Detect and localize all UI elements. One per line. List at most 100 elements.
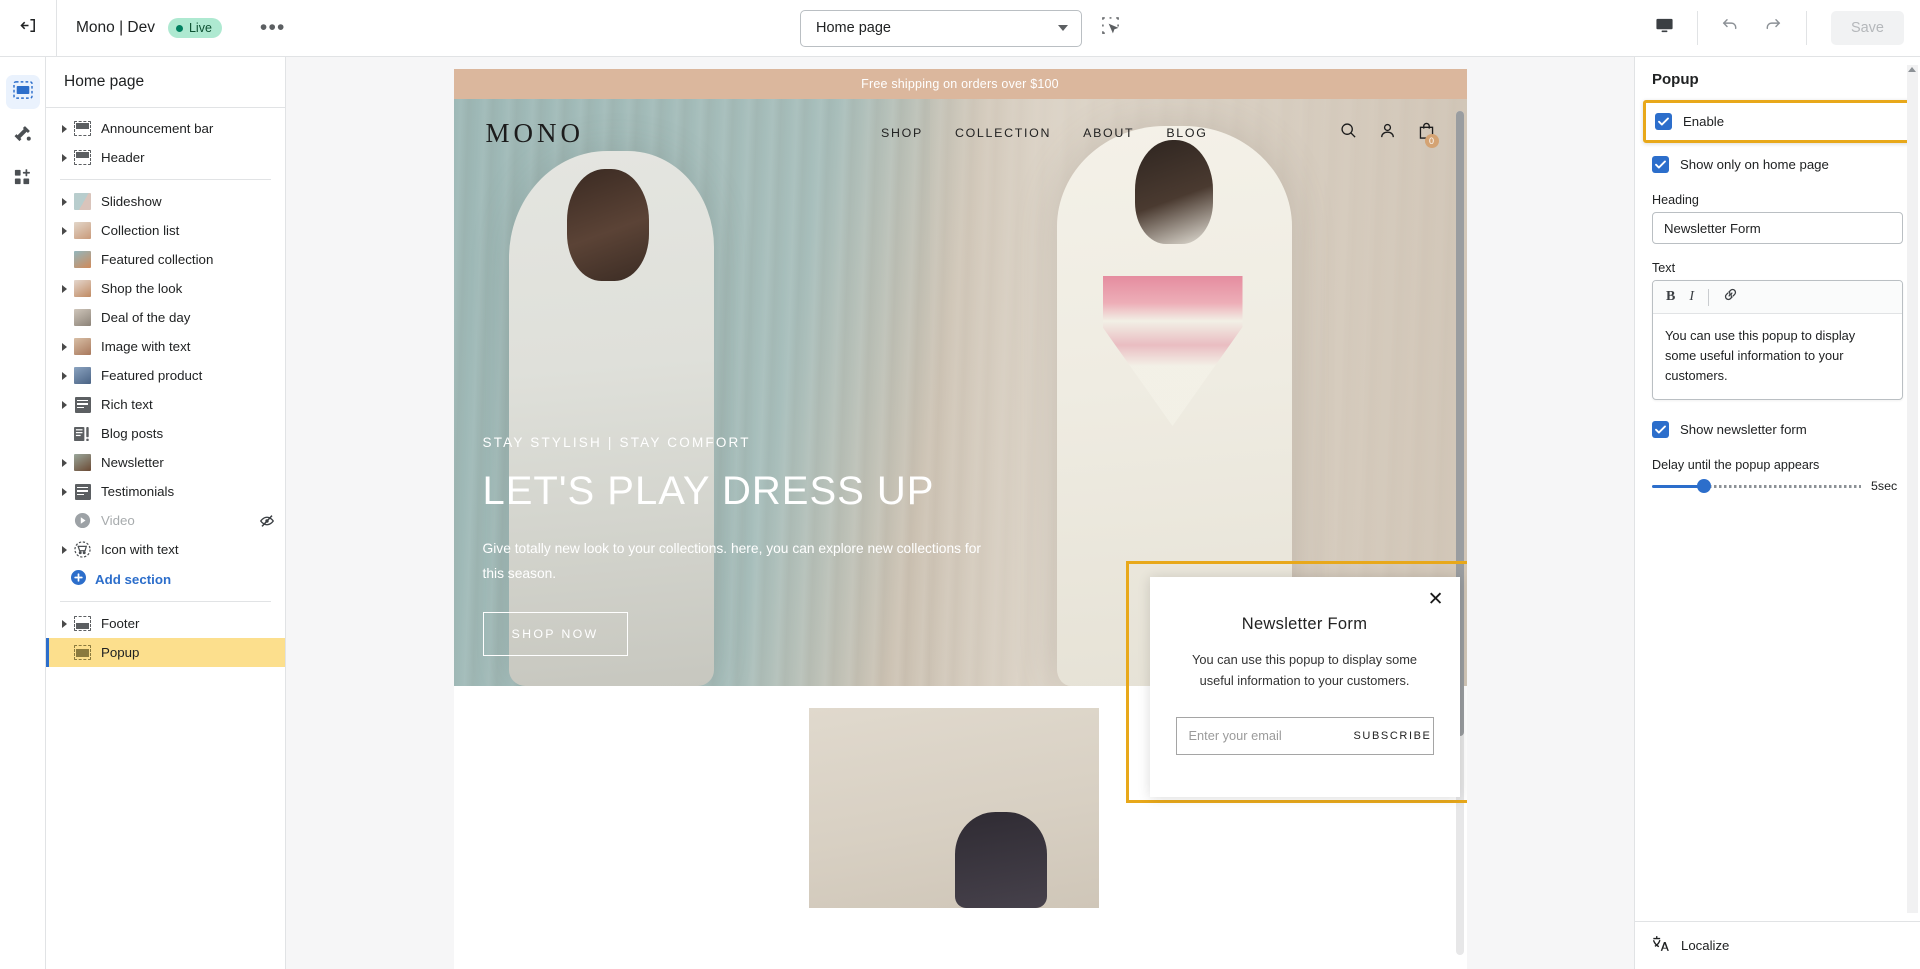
sidebar-item-video[interactable]: Video (46, 506, 285, 535)
delay-slider-row: 5sec (1652, 479, 1903, 494)
enable-checkbox[interactable] (1655, 113, 1672, 130)
sidebar-item-slideshow[interactable]: Slideshow (46, 187, 285, 216)
rail-theme-settings-button[interactable] (6, 119, 40, 153)
slider-handle[interactable] (1697, 479, 1712, 494)
close-icon[interactable]: ✕ (1428, 590, 1444, 609)
more-options-button[interactable]: ••• (252, 17, 294, 39)
store-logo[interactable]: MONO (486, 118, 585, 149)
undo-button[interactable] (1708, 0, 1752, 56)
section-settings-panel: Popup Enable Show only on home page Head… (1634, 57, 1920, 969)
add-section-label: Add section (95, 571, 172, 587)
template-bar-icon (74, 120, 91, 137)
chevron-right-icon[interactable] (58, 400, 71, 409)
chevron-right-icon[interactable] (58, 342, 71, 351)
chevron-right-icon[interactable] (58, 458, 71, 467)
sidebar-item-shop-the-look[interactable]: Shop the look (46, 274, 285, 303)
newsletter-checkbox-row[interactable]: Show newsletter form (1652, 418, 1903, 441)
popup-heading: Newsletter Form (1241, 615, 1368, 633)
sidebar-item-label: Shop the look (101, 281, 183, 296)
nav-link-shop[interactable]: SHOP (881, 126, 923, 140)
inspector-scrollbar[interactable] (1907, 65, 1918, 913)
enable-label: Enable (1683, 114, 1725, 129)
page-selector[interactable]: Home page (800, 9, 1082, 47)
chevron-right-icon[interactable] (58, 284, 71, 293)
nav-link-blog[interactable]: BLOG (1166, 126, 1207, 140)
redo-button[interactable] (1752, 0, 1796, 56)
sidebar-item-featured-collection[interactable]: Featured collection (46, 245, 285, 274)
storefront-header: MONO SHOP COLLECTION ABOUT BLOG 0 (454, 99, 1467, 167)
rich-text-icon (74, 483, 91, 500)
sidebar-item-deal-of-the-day[interactable]: Deal of the day (46, 303, 285, 332)
sidebar-item-rich-text[interactable]: Rich text (46, 390, 285, 419)
enable-checkbox-row[interactable]: Enable (1655, 110, 1900, 133)
sidebar-item-label: Announcement bar (101, 121, 214, 136)
store-title: Mono | Dev (76, 19, 155, 36)
add-section-button[interactable]: Add section (46, 564, 285, 594)
template-bar-icon (74, 615, 91, 632)
heading-input[interactable] (1652, 212, 1903, 244)
hero-cta-button[interactable]: SHOP NOW (482, 612, 628, 656)
popup-subscribe-form: SUBSCRIBE (1175, 716, 1434, 755)
collection-image (808, 708, 1099, 908)
exit-editor-button[interactable] (0, 0, 57, 56)
newsletter-popup[interactable]: ✕ Newsletter Form You can use this popup… (1149, 577, 1460, 797)
rte-content[interactable]: You can use this popup to display some u… (1653, 314, 1902, 399)
chevron-right-icon[interactable] (58, 197, 71, 206)
enable-setting-highlight: Enable (1643, 100, 1912, 143)
sidebar-item-blog-posts[interactable]: Blog posts (46, 419, 285, 448)
eye-off-icon[interactable] (259, 513, 275, 529)
account-icon[interactable] (1379, 122, 1396, 144)
chevron-right-icon[interactable] (58, 371, 71, 380)
rte-italic-button[interactable]: I (1689, 289, 1694, 305)
sidebar-item-featured-product[interactable]: Featured product (46, 361, 285, 390)
sidebar-item-label: Image with text (101, 339, 191, 354)
newsletter-checkbox[interactable] (1652, 421, 1669, 439)
chevron-right-icon[interactable] (58, 545, 71, 554)
link-icon[interactable] (1723, 287, 1738, 307)
announcement-bar[interactable]: Free shipping on orders over $100 (453, 69, 1467, 99)
sidebar-item-image-with-text[interactable]: Image with text (46, 332, 285, 361)
preview-scrollbar[interactable] (1455, 111, 1464, 955)
plus-circle-icon (71, 570, 86, 588)
scroll-up-arrow-icon[interactable] (1908, 67, 1916, 72)
rail-sections-button[interactable] (5, 75, 40, 109)
chevron-right-icon[interactable] (58, 487, 71, 496)
sidebar-item-footer[interactable]: Footer (46, 609, 285, 638)
search-icon[interactable] (1340, 122, 1357, 144)
image-thumb-icon (74, 367, 91, 384)
chevron-right-icon[interactable] (58, 124, 71, 133)
editor-actions: Save (1643, 0, 1920, 56)
select-element-icon[interactable] (1101, 16, 1120, 40)
sidebar-item-label: Featured product (101, 368, 203, 383)
sidebar-item-testimonials[interactable]: Testimonials (46, 477, 285, 506)
sidebar-item-label: Icon with text (101, 542, 179, 557)
sidebar-item-label: Video (101, 513, 135, 528)
chevron-right-icon[interactable] (58, 153, 71, 162)
page-selector-value: Home page (816, 20, 891, 36)
rte-bold-button[interactable]: B (1666, 289, 1675, 305)
rail-apps-button[interactable] (6, 163, 40, 197)
popup-email-input[interactable] (1188, 728, 1354, 744)
localize-button[interactable]: Localize (1635, 921, 1920, 969)
sections-icon (12, 80, 33, 104)
popup-subscribe-button[interactable]: SUBSCRIBE (1354, 730, 1432, 742)
chevron-right-icon[interactable] (58, 619, 71, 628)
delay-slider[interactable] (1652, 479, 1861, 494)
device-preview-button[interactable] (1643, 0, 1687, 56)
desktop-icon (1655, 16, 1674, 40)
show-home-checkbox-row[interactable]: Show only on home page (1652, 153, 1903, 176)
left-icon-rail (0, 57, 46, 969)
sidebar-item-header[interactable]: Header (46, 143, 285, 172)
sidebar-item-announcement-bar[interactable]: Announcement bar (46, 114, 285, 143)
heading-field-label: Heading (1652, 193, 1699, 207)
chevron-right-icon[interactable] (58, 226, 71, 235)
sidebar-item-icon-with-text[interactable]: Icon with text (46, 535, 285, 564)
nav-link-about[interactable]: ABOUT (1083, 126, 1134, 140)
cart-icon[interactable]: 0 (1418, 122, 1439, 148)
show-home-checkbox[interactable] (1652, 156, 1669, 173)
sidebar-item-popup[interactable]: Popup (46, 638, 285, 667)
save-button[interactable]: Save (1830, 11, 1904, 45)
sidebar-item-collection-list[interactable]: Collection list (46, 216, 285, 245)
nav-link-collection[interactable]: COLLECTION (955, 126, 1051, 140)
sidebar-item-newsletter[interactable]: Newsletter (46, 448, 285, 477)
